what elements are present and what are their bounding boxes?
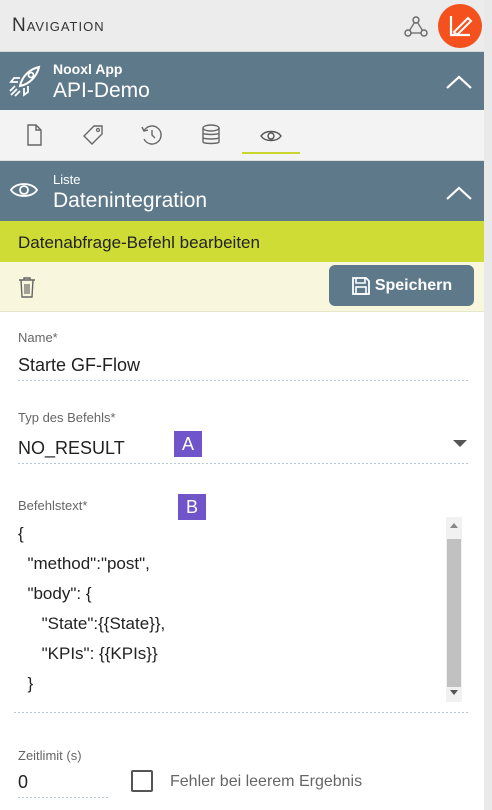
- app-title: API-Demo: [53, 79, 150, 102]
- empty-result-error-label[interactable]: Fehler bei leerem Ergebnis: [170, 773, 362, 791]
- database-icon[interactable]: [198, 122, 224, 148]
- edit-chart-icon: [449, 16, 473, 37]
- trash-icon[interactable]: [18, 276, 36, 298]
- command-label: Befehlstext*: [18, 498, 88, 513]
- share-network-icon[interactable]: [404, 16, 428, 38]
- code-line: }: [18, 674, 34, 693]
- timeout-field[interactable]: 0: [18, 772, 28, 793]
- history-icon[interactable]: [139, 122, 165, 148]
- header-title: Navigation: [12, 15, 105, 36]
- edit-chart-button[interactable]: [438, 4, 482, 48]
- code-line: "KPIs": {{KPIs}}: [18, 644, 158, 663]
- document-icon[interactable]: [21, 122, 47, 148]
- textarea-scrollbar[interactable]: [446, 517, 462, 702]
- code-line: {: [18, 524, 24, 543]
- tag-icon[interactable]: [80, 122, 106, 148]
- chevron-up-icon[interactable]: [445, 185, 473, 201]
- edit-title-bar: Datenabfrage-Befehl bearbeiten: [0, 221, 484, 262]
- timeout-underline: [18, 797, 108, 798]
- timeout-label: Zeitlimit (s): [18, 748, 82, 763]
- name-label: Name*: [18, 330, 58, 345]
- floppy-disk-icon: [351, 276, 370, 295]
- name-underline: [18, 380, 470, 381]
- name-field[interactable]: Starte GF-Flow: [18, 355, 140, 376]
- toolbar: Speichern: [0, 262, 484, 312]
- chevron-up-icon[interactable]: [445, 74, 473, 90]
- scroll-down-icon[interactable]: [450, 690, 458, 695]
- code-line: "method":"post",: [18, 554, 150, 573]
- command-underline: [14, 712, 470, 713]
- type-underline: [18, 463, 470, 464]
- save-label: Speichern: [374, 276, 453, 294]
- empty-result-error-checkbox[interactable]: [131, 770, 153, 792]
- icon-tab-bar: [0, 110, 484, 161]
- annotation-badge-a: A: [174, 431, 202, 457]
- section-subtitle: Liste: [53, 172, 81, 187]
- type-label: Typ des Befehls*: [18, 410, 116, 425]
- section-title: Datenintegration: [53, 189, 208, 212]
- eye-icon[interactable]: [258, 122, 284, 148]
- eye-icon: [9, 183, 39, 197]
- dropdown-arrow-icon[interactable]: [453, 440, 467, 447]
- scroll-thumb[interactable]: [447, 539, 461, 687]
- navigation-header: Navigation: [0, 0, 484, 52]
- section-bar[interactable]: Liste Datenintegration: [0, 161, 484, 221]
- scroll-up-icon[interactable]: [450, 523, 458, 528]
- active-tab-indicator: [242, 152, 300, 154]
- app-bar[interactable]: Nooxl App API-Demo: [0, 52, 484, 110]
- type-select[interactable]: NO_RESULT: [18, 438, 125, 459]
- save-button[interactable]: Speichern: [329, 265, 474, 306]
- rocket-icon: [9, 65, 41, 97]
- edit-title: Datenabfrage-Befehl bearbeiten: [18, 233, 260, 252]
- app-subtitle: Nooxl App: [53, 61, 123, 77]
- code-line: "body": {: [18, 584, 92, 603]
- annotation-badge-b: B: [178, 494, 206, 520]
- window-scrollbar[interactable]: [484, 0, 492, 810]
- code-line: "State":{{State}},: [18, 614, 166, 633]
